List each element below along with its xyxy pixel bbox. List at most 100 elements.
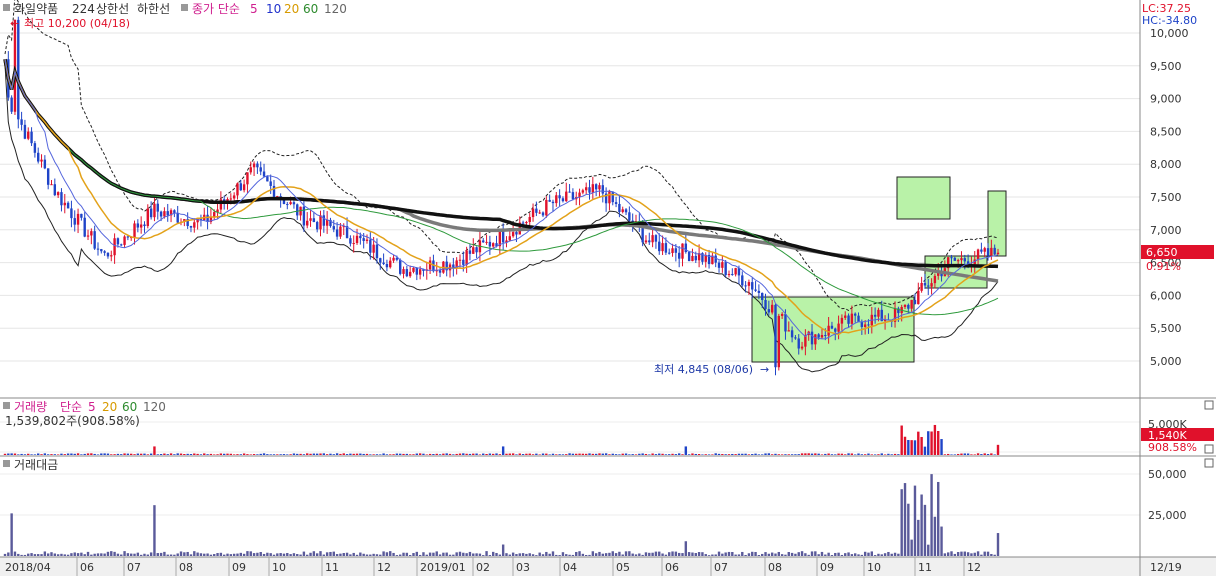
volume-bar — [754, 453, 757, 455]
value-tick-25000: 25,000 — [1148, 509, 1187, 522]
legend-ma-5: 5 — [250, 2, 258, 16]
value-bar — [203, 553, 206, 556]
candle-body — [163, 211, 166, 217]
candle-body — [96, 248, 100, 250]
value-bar — [319, 551, 322, 556]
candle-body — [737, 268, 741, 276]
high-marker-arrow-icon: ← — [10, 17, 19, 30]
candle-body — [249, 167, 252, 173]
value-panel-scroll[interactable] — [1204, 458, 1214, 468]
volume-bar — [110, 454, 113, 455]
value-bar — [734, 554, 737, 556]
candle-body — [724, 262, 727, 276]
candle-body — [521, 222, 525, 224]
value-bar — [149, 552, 153, 556]
volume-bar — [535, 453, 538, 455]
candle-body — [594, 184, 598, 190]
volume-bar — [644, 453, 648, 455]
volume-panel-scroll[interactable] — [1204, 400, 1214, 410]
value-bar — [242, 553, 246, 556]
volume-bar — [472, 453, 475, 455]
value-bar — [359, 552, 362, 556]
value-bar — [761, 553, 764, 556]
value-bar — [614, 553, 618, 556]
value-bar — [3, 553, 7, 556]
candle-body — [598, 185, 601, 190]
volume-bar — [435, 453, 438, 455]
volume-legend-ma-20: 20 — [102, 400, 117, 414]
candle-body — [581, 190, 585, 193]
candle-body — [917, 290, 920, 305]
volume-bar — [17, 454, 20, 455]
value-bar — [741, 551, 744, 556]
volume-bar — [206, 454, 209, 455]
volume-bar — [661, 453, 664, 455]
value-bar — [747, 553, 751, 556]
value-bar — [189, 554, 193, 556]
volume-bar — [213, 454, 216, 455]
value-bar — [797, 552, 800, 556]
candle-body — [349, 238, 352, 244]
volume-bar — [229, 453, 233, 455]
volume-bar — [438, 454, 442, 455]
value-bar — [196, 552, 199, 556]
value-bar — [222, 554, 226, 556]
legend-square-icon — [181, 4, 188, 11]
value-bar — [551, 551, 555, 556]
volume-bar — [877, 454, 880, 455]
value-bar — [774, 553, 777, 556]
x-axis-label: 11 — [325, 561, 339, 574]
candle-body — [139, 224, 143, 228]
value-bar — [565, 554, 568, 556]
volume-bar — [418, 453, 422, 455]
volume-bar — [737, 453, 741, 455]
candle-body — [239, 183, 242, 191]
high-marker-label: 최고 10,200 (04/18) — [24, 17, 130, 30]
candle-body — [242, 184, 246, 191]
volume-bar — [800, 453, 804, 455]
volume-bar — [359, 453, 362, 455]
value-bar — [372, 553, 375, 556]
volume-legend-label: 거래량 — [14, 400, 47, 414]
value-bar — [508, 554, 512, 556]
volume-bar — [714, 453, 717, 455]
volume-bar — [857, 453, 860, 455]
value-bar — [664, 554, 668, 556]
candle-body — [618, 203, 621, 212]
candle-body — [315, 222, 319, 230]
volume-bar — [179, 453, 183, 455]
volume-bar — [976, 453, 980, 455]
value-bar — [329, 551, 332, 556]
volume-bar — [395, 453, 399, 455]
candle-body — [123, 236, 126, 245]
stock-chart[interactable]: 화일약품 224 상한선 하한선 종가 단순 5 10 20 60 120 ← … — [0, 0, 1216, 576]
volume-bar — [568, 453, 571, 455]
x-axis-label: 07 — [127, 561, 141, 574]
candle-body — [877, 309, 880, 317]
volume-bar — [43, 453, 47, 455]
candle-body — [126, 236, 130, 238]
value-bar — [66, 554, 70, 556]
value-bar — [259, 552, 262, 556]
candle-body — [159, 211, 163, 217]
value-bar — [757, 555, 761, 556]
volume-bar — [741, 453, 744, 455]
candle-body — [677, 252, 681, 259]
candle-body — [27, 131, 30, 139]
value-bar — [385, 552, 389, 556]
candle-body — [608, 191, 611, 204]
x-axis-label: 02 — [476, 561, 490, 574]
price-tick-label: 5,500 — [1150, 322, 1182, 335]
volume-bar — [691, 453, 694, 455]
value-bar — [153, 505, 156, 556]
value-bar — [332, 551, 335, 556]
x-axis-label: 09 — [232, 561, 246, 574]
candle-body — [674, 248, 678, 253]
value-bar — [903, 483, 907, 556]
volume-bar — [33, 454, 37, 455]
volume-bar — [83, 453, 86, 455]
volume-bar — [458, 453, 462, 455]
volume-panel-scroll-bottom[interactable] — [1204, 444, 1214, 454]
volume-bar — [648, 454, 651, 455]
volume-bar — [216, 454, 219, 455]
